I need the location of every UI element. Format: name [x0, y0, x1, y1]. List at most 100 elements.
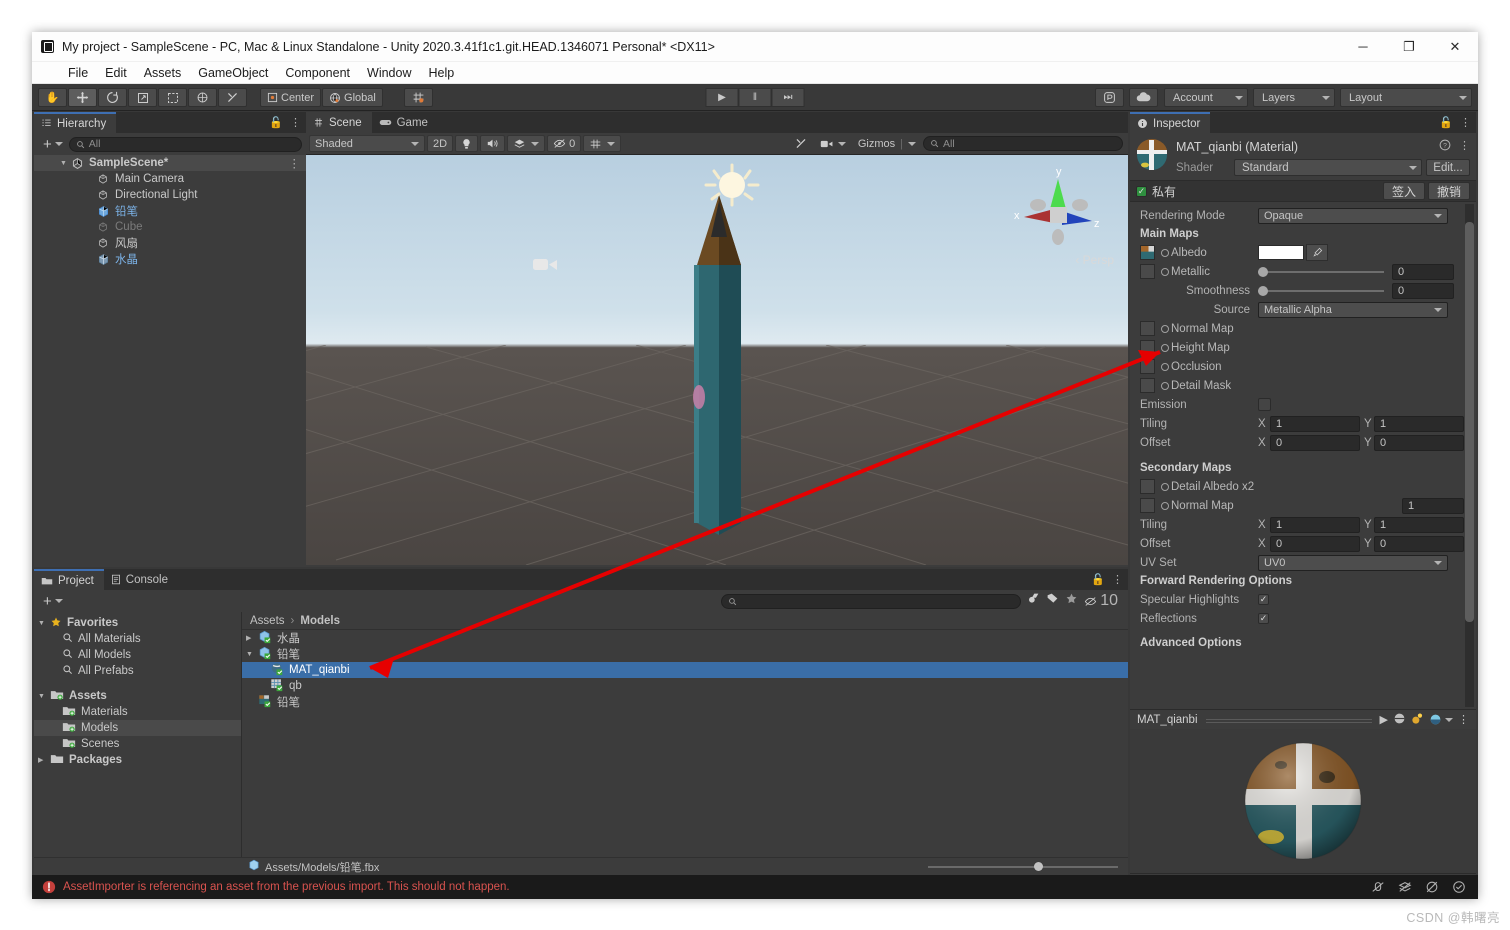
albedo-toggle-icon[interactable] [1161, 248, 1169, 257]
project-tree-scenes[interactable]: Scenes [34, 736, 241, 752]
layout-dropdown[interactable]: Layout [1340, 88, 1472, 107]
smoothness-value-field[interactable]: 0 [1392, 282, 1454, 299]
inspector-scrollbar[interactable] [1465, 204, 1474, 707]
status-error-message[interactable]: AssetImporter is referencing an asset fr… [63, 881, 510, 893]
chevron-down-icon[interactable] [607, 141, 616, 146]
transform-tool-icon[interactable] [188, 88, 217, 107]
offset-x-field[interactable]: 0 [1270, 434, 1360, 451]
close-button[interactable]: ✕ [1432, 32, 1478, 62]
hand-tool-icon[interactable]: ✋ [38, 88, 67, 107]
rect-tool-icon[interactable] [158, 88, 187, 107]
scene-orientation-gizmo[interactable]: y x z [1010, 165, 1106, 261]
project-tree-all-prefabs[interactable]: All Prefabs [34, 663, 241, 679]
detail-mask-toggle-icon[interactable] [1161, 381, 1169, 390]
private-checkbox[interactable]: ✓ [1136, 185, 1147, 197]
grid-snapping-icon[interactable] [403, 88, 433, 107]
move-tool-icon[interactable] [68, 88, 97, 107]
breadcrumb-models[interactable]: Models [300, 615, 340, 627]
lock-icon[interactable]: 🔓 [1439, 116, 1453, 129]
secondary-tiling-y-field[interactable]: 1 [1374, 516, 1464, 533]
kebab-menu-icon[interactable]: ⋮ [290, 116, 301, 129]
preview-play-icon[interactable]: ▶ [1380, 713, 1388, 726]
smoothness-slider[interactable] [1258, 282, 1384, 299]
rendering-mode-dropdown[interactable]: Opaque [1258, 207, 1448, 224]
grid-visibility-icon[interactable] [583, 135, 622, 152]
kebab-menu-icon[interactable]: ⋮ [1458, 713, 1469, 726]
filter-by-type-icon[interactable] [1027, 592, 1040, 610]
2d-toggle-button[interactable]: 2D [427, 135, 454, 152]
chevron-down-icon[interactable]: ▼ [38, 620, 50, 627]
scene-camera-icon[interactable] [815, 135, 851, 152]
kebab-menu-icon[interactable]: ⋮ [289, 156, 307, 170]
checkin-button[interactable]: 签入 [1383, 182, 1425, 200]
create-asset-button[interactable]: + [43, 594, 52, 609]
detail-mask-texture-slot[interactable] [1140, 378, 1155, 393]
secondary-offset-y-field[interactable]: 0 [1374, 535, 1464, 552]
secondary-offset-x-field[interactable]: 0 [1270, 535, 1360, 552]
project-tree-models[interactable]: Models [34, 720, 241, 736]
kebab-menu-icon[interactable]: ⋮ [1459, 139, 1470, 154]
occlusion-texture-slot[interactable] [1140, 359, 1155, 374]
chevron-down-icon[interactable] [837, 141, 846, 146]
filter-by-label-icon[interactable] [1046, 592, 1059, 610]
hierarchy-item-directional-light[interactable]: Directional Light [34, 187, 306, 203]
albedo-texture-slot[interactable] [1140, 245, 1155, 260]
pause-button[interactable]: ‖ [738, 88, 772, 107]
breadcrumb-assets[interactable]: Assets [250, 615, 285, 627]
metallic-toggle-icon[interactable] [1161, 267, 1169, 276]
minimize-button[interactable]: ─ [1340, 32, 1386, 62]
check-circle-icon[interactable] [1446, 875, 1472, 899]
collab-icon[interactable] [1095, 88, 1124, 107]
tiling-x-field[interactable]: 1 [1270, 415, 1360, 432]
shader-dropdown[interactable]: Standard [1234, 159, 1422, 176]
step-button[interactable]: ⏭ [771, 88, 805, 107]
hierarchy-item-main-camera[interactable]: Main Camera [34, 171, 306, 187]
chevron-down-icon[interactable] [54, 142, 63, 146]
perspective-label[interactable]: ‹ Persp [1075, 253, 1114, 267]
asset-row-qianbi-model[interactable]: ▼ 铅笔 [242, 646, 1128, 662]
account-dropdown[interactable]: Account [1164, 88, 1248, 107]
lighting-toggle-icon[interactable] [455, 135, 479, 152]
emission-checkbox[interactable] [1258, 398, 1271, 411]
menu-window[interactable]: Window [367, 66, 411, 80]
draw-mode-dropdown[interactable]: Shaded [309, 135, 425, 152]
project-tree-assets[interactable]: ▼ Assets [34, 688, 241, 704]
rotate-tool-icon[interactable] [98, 88, 127, 107]
hierarchy-item-samplescene[interactable]: ▼ SampleScene* ⋮ [34, 155, 306, 171]
menu-file[interactable]: File [68, 66, 88, 80]
project-zoom-slider[interactable] [928, 861, 1128, 871]
chevron-right-icon[interactable]: ▶ [38, 756, 50, 764]
chevron-down-icon[interactable] [54, 599, 63, 603]
menu-assets[interactable]: Assets [144, 66, 182, 80]
secondary-normal-value-field[interactable]: 1 [1402, 497, 1464, 514]
handle-space-button[interactable]: Global [322, 88, 383, 107]
asset-row-qianbi-texture[interactable]: 铅笔 [242, 694, 1128, 710]
scale-tool-icon[interactable] [128, 88, 157, 107]
pivot-mode-button[interactable]: Center [260, 88, 322, 107]
secondary-normal-toggle-icon[interactable] [1161, 501, 1169, 510]
asset-row-qb[interactable]: qb [242, 678, 1128, 694]
layers-dropdown[interactable]: Layers [1253, 88, 1335, 107]
project-tree-all-models[interactable]: All Models [34, 647, 241, 663]
hierarchy-item-cube[interactable]: Cube [34, 219, 306, 235]
tiling-y-field[interactable]: 1 [1374, 415, 1464, 432]
scene-search-input[interactable]: All [923, 136, 1123, 151]
normal-map-texture-slot[interactable] [1140, 321, 1155, 336]
chevron-down-icon[interactable] [531, 141, 540, 146]
asset-row-mat-qianbi[interactable]: MAT_qianbi [242, 662, 1128, 678]
chevron-down-icon[interactable] [1445, 717, 1453, 722]
layers-off-icon[interactable] [1392, 875, 1418, 899]
project-tree-favorites[interactable]: ▼ Favorites [34, 615, 241, 631]
material-preview-viewport[interactable] [1130, 729, 1476, 873]
project-tree-materials[interactable]: Materials [34, 704, 241, 720]
revert-button[interactable]: 撤销 [1428, 182, 1470, 200]
normal-map-toggle-icon[interactable] [1161, 324, 1169, 333]
specular-highlights-checkbox[interactable]: ✓ [1258, 594, 1269, 605]
no-bug-icon[interactable] [1365, 875, 1391, 899]
detail-albedo-texture-slot[interactable] [1140, 479, 1155, 494]
reflections-checkbox[interactable]: ✓ [1258, 613, 1269, 624]
color-picker-eyedropper-icon[interactable] [1306, 244, 1328, 261]
custom-tool-icon[interactable] [218, 88, 247, 107]
slider-knob[interactable] [1258, 285, 1268, 296]
scene-visibility-toggle[interactable]: 0 [547, 135, 582, 152]
